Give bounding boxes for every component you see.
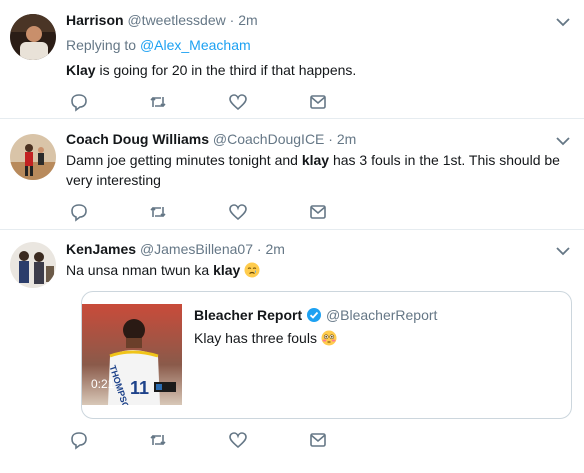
tweet-header: Coach Doug Williams @CoachDougICE · 2m [66, 131, 356, 147]
timestamp[interactable]: 2m [265, 241, 284, 257]
like-heart-icon[interactable] [228, 92, 248, 112]
quoted-user-handle[interactable]: @BleacherReport [326, 307, 438, 323]
quoted-tweet-card[interactable]: THOMPSON 11 0:21 Bleacher Report @Bleach… [81, 291, 572, 419]
timestamp[interactable]: 2m [337, 131, 356, 147]
tweet[interactable]: Harrison @tweetlessdew · 2m Replying to … [0, 0, 584, 119]
crying-face-emoji-icon [244, 262, 260, 278]
verified-badge-icon [307, 308, 322, 322]
display-name[interactable]: Coach Doug Williams [66, 131, 209, 147]
tweet-text: Na unsa nman twun ka klay [66, 260, 571, 280]
timestamp[interactable]: 2m [238, 12, 257, 28]
direct-message-icon[interactable] [308, 92, 328, 112]
flushed-face-emoji-icon [321, 330, 337, 346]
quoted-display-name[interactable]: Bleacher Report [194, 307, 302, 323]
tweet[interactable]: KenJames @JamesBillena07 · 2m Na unsa nm… [0, 230, 584, 467]
tweet-actions [66, 430, 336, 450]
tweet-text-body: very interesting [66, 172, 161, 188]
video-duration: 0:21 [91, 377, 115, 391]
avatar[interactable] [10, 14, 56, 60]
tweet-actions [66, 202, 336, 222]
tweet-text-highlight: klay [301, 152, 330, 168]
separator: · [328, 131, 333, 147]
tweet-text: Damn joe getting minutes tonight and kla… [66, 150, 571, 190]
tweet-text: Klay is going for 20 in the third if tha… [66, 60, 571, 80]
reply-icon[interactable] [69, 92, 89, 112]
tweet[interactable]: Coach Doug Williams @CoachDougICE · 2m D… [0, 119, 584, 230]
tweet-text-body: has 3 fouls in the 1st. This should be [329, 152, 560, 168]
direct-message-icon[interactable] [308, 202, 328, 222]
replying-to: Replying to @Alex_Meacham [66, 37, 251, 53]
retweet-icon[interactable] [148, 430, 168, 450]
reply-icon[interactable] [69, 202, 89, 222]
quoted-tweet-text: Klay has three fouls [194, 330, 337, 346]
like-heart-icon[interactable] [228, 430, 248, 450]
direct-message-icon[interactable] [308, 430, 328, 450]
tweet-text-body: Na unsa nman twun ka [66, 262, 214, 278]
avatar[interactable] [10, 134, 56, 180]
replying-prefix: Replying to [66, 37, 137, 53]
user-handle[interactable]: @tweetlessdew [127, 12, 225, 28]
next-tweet-edge [0, 468, 584, 473]
jersey-number-text: 11 [130, 378, 150, 398]
avatar[interactable] [10, 242, 56, 288]
retweet-icon[interactable] [148, 202, 168, 222]
display-name[interactable]: Harrison [66, 12, 124, 28]
user-handle[interactable]: @CoachDougICE [213, 131, 325, 147]
tweet-header: Harrison @tweetlessdew · 2m [66, 12, 258, 28]
quoted-tweet-header: Bleacher Report @BleacherReport [194, 307, 437, 323]
tweet-actions [66, 92, 336, 112]
like-heart-icon[interactable] [228, 202, 248, 222]
tweet-text-highlight: klay [213, 262, 241, 278]
user-handle[interactable]: @JamesBillena07 [140, 241, 253, 257]
replying-to-link[interactable]: @Alex_Meacham [140, 37, 251, 53]
reply-icon[interactable] [69, 430, 89, 450]
chevron-down-icon[interactable] [556, 17, 570, 27]
tweet-text-body: is going for 20 in the third if that hap… [95, 62, 357, 78]
quoted-tweet-body: Klay has three fouls [194, 330, 317, 346]
retweet-icon[interactable] [148, 92, 168, 112]
video-thumbnail[interactable]: THOMPSON 11 0:21 [82, 304, 182, 405]
chevron-down-icon[interactable] [556, 136, 570, 146]
tweet-header: KenJames @JamesBillena07 · 2m [66, 241, 285, 257]
separator: · [256, 241, 262, 257]
separator: · [229, 12, 235, 28]
display-name[interactable]: KenJames [66, 241, 136, 257]
tweet-text-highlight: Klay [66, 62, 96, 78]
tweet-text-body: Damn joe getting minutes tonight and [66, 152, 302, 168]
chevron-down-icon[interactable] [556, 246, 570, 256]
